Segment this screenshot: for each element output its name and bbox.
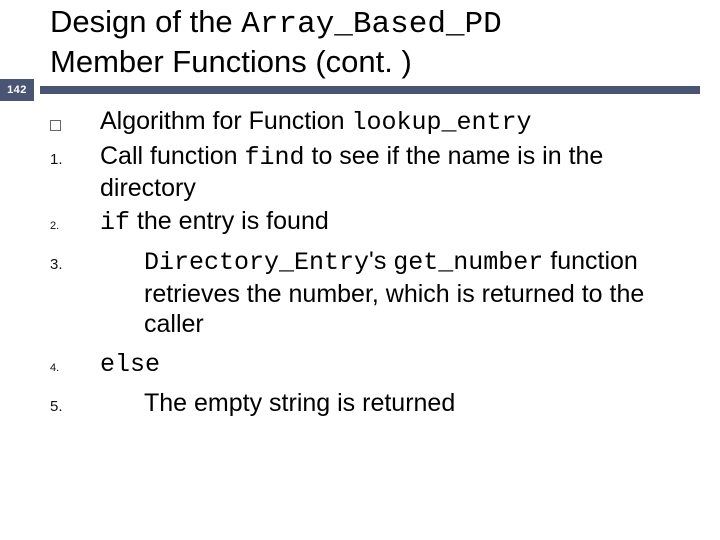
heading-text: Algorithm for Function lookup_entry [100,106,696,139]
item4-marker: 4. [46,358,100,376]
item3-num: 3. [50,256,63,273]
page-number: 142 [7,84,27,96]
item3-code2: get_number [393,248,543,277]
title-code-1: Array_Based_PD [241,7,501,42]
item3-mid1: 's [369,247,393,275]
item2-marker: 2. [46,216,100,234]
list-item-5: 5. The empty string is returned [46,388,696,419]
bullet-heading: Algorithm for Function lookup_entry [46,106,696,139]
item2-num: 2. [50,220,59,232]
heading-code: lookup_entry [352,108,532,137]
heading-prefix: Algorithm for Function [100,107,352,135]
item3-marker: 3. [46,256,100,274]
item3-text: Directory_Entry's get_number function re… [100,246,696,340]
item5-marker: 5. [46,398,100,416]
item5-body: The empty string is returned [144,389,455,417]
item1-prefix: Call function [100,142,245,170]
page-number-badge: 142 [0,79,34,101]
title-text-1: Design of the [50,4,241,39]
item5-text: The empty string is returned [100,388,696,419]
item2-text: if the entry is found [100,206,696,239]
title-line-1: Design of the Array_Based_PD [50,4,720,44]
item1-num: 1. [50,151,63,168]
item1-code: find [245,143,305,172]
slide-title: Design of the Array_Based_PD Member Func… [0,0,720,80]
item2-code: if [100,208,130,237]
title-line-2: Member Functions (cont. ) [50,44,720,81]
title-text-2: Member Functions (cont. ) [50,44,412,79]
square-bullet-icon [50,120,61,131]
item2-suffix: the entry is found [130,207,329,235]
bullet-marker [46,116,100,134]
item5-num: 5. [50,398,63,415]
list-item-4: 4. else [46,348,696,381]
slide-body: Algorithm for Function lookup_entry 1. C… [46,106,696,421]
item3-code1: Directory_Entry [144,248,369,277]
item4-code: else [100,350,160,379]
title-underline [40,86,700,94]
item1-text: Call function find to see if the name is… [100,141,696,204]
item4-text: else [100,348,696,381]
item1-marker: 1. [46,151,100,169]
slide: Design of the Array_Based_PD Member Func… [0,0,720,540]
list-item-3: 3. Directory_Entry's get_number function… [46,246,696,340]
item4-num: 4. [50,362,59,374]
list-item-1: 1. Call function find to see if the name… [46,141,696,204]
list-item-2: 2. if the entry is found [46,206,696,239]
